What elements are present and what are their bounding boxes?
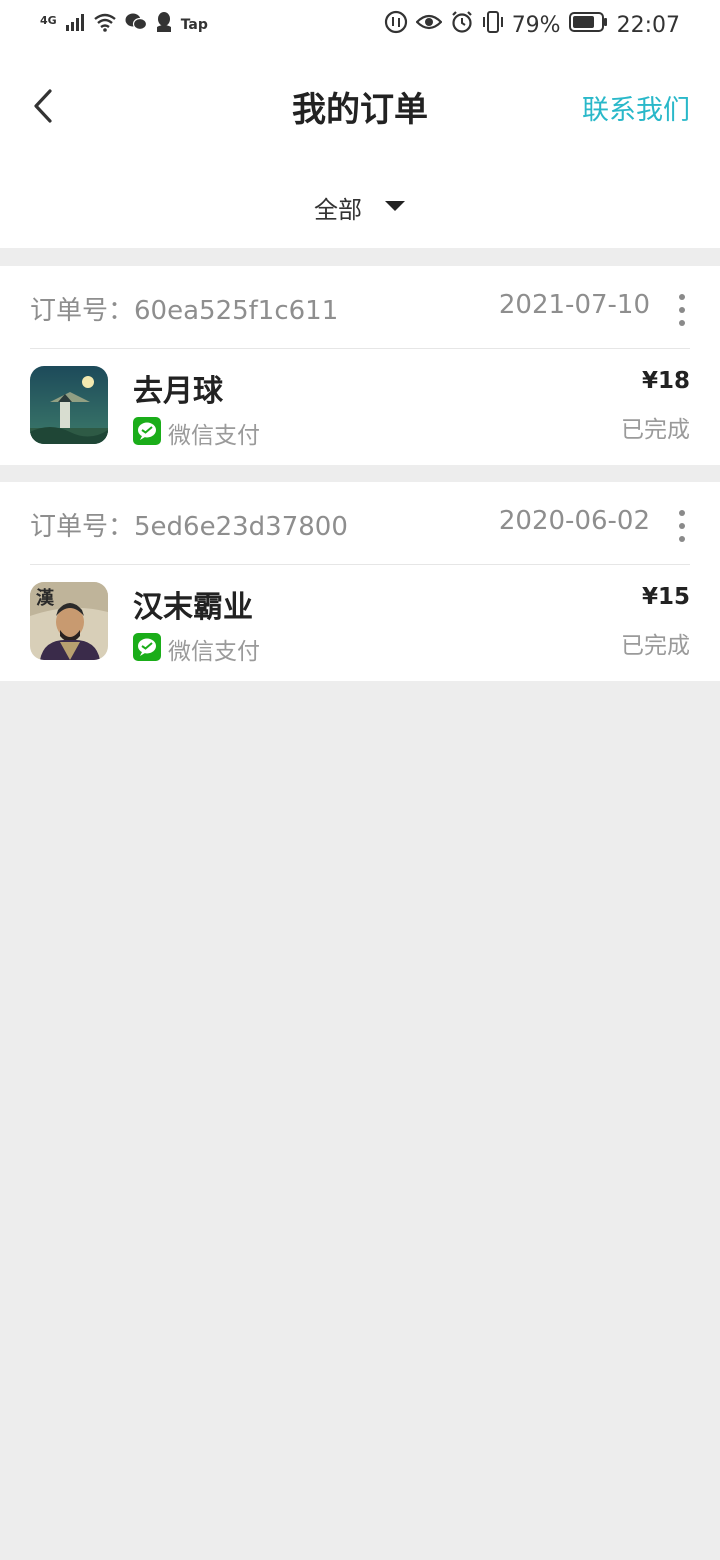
signal-icon [65,12,85,38]
contact-us-button[interactable]: 联系我们 [582,88,690,127]
eye-icon [415,12,443,38]
payment-method: 微信支付 [133,416,260,450]
battery-icon [568,11,609,39]
status-left: 4G Tap [40,12,208,38]
clock: 22:07 [616,12,680,38]
qq-icon [155,11,173,39]
price: ¥15 [641,584,690,610]
game-icon-han-mo-ba-ye[interactable]: 漢 [30,582,108,660]
payment-label: 微信支付 [168,423,260,449]
battery-percent: 79% [511,12,561,38]
status-right: 79% 22:07 [384,10,680,40]
status-badge: 已完成 [621,417,690,443]
alarm-icon [450,10,474,40]
order-number-value: 60ea525f1c611 [134,296,339,326]
order-number-value: 5ed6e23d37800 [134,512,348,542]
order-item[interactable]: 漢 汉末霸业 微信支付 ¥15 已完成 [30,582,690,665]
payment-method: 微信支付 [133,632,260,666]
order-header: 订单号：5ed6e23d37800 2020-06-02 [30,482,690,565]
order-card[interactable]: 订单号：5ed6e23d37800 2020-06-02 漢 汉末霸业 微信支付… [0,482,720,681]
game-icon-to-the-moon[interactable] [30,366,108,444]
order-number-label: 订单号： [30,296,135,326]
filter-dropdown[interactable]: 全部 [0,190,720,225]
wechat-status-icon [125,12,147,38]
data-saver-icon [384,10,408,40]
order-header: 订单号：60ea525f1c611 2021-07-10 [30,266,690,349]
wechat-pay-icon [133,633,161,665]
network-label: 4G [40,13,57,27]
game-name: 去月球 [133,374,223,409]
price: ¥18 [641,368,690,394]
order-number-label: 订单号： [30,512,135,542]
tap-label: Tap [180,17,208,33]
order-item[interactable]: 去月球 微信支付 ¥18 已完成 [30,366,690,449]
more-options-button[interactable] [676,510,688,542]
order-number: 订单号：5ed6e23d37800 [30,506,348,543]
wechat-pay-icon [133,417,161,449]
vibrate-icon [482,10,504,40]
more-options-button[interactable] [676,294,688,326]
filter-label: 全部 [314,196,362,224]
page-header: 我的订单 联系我们 全部 [0,50,720,248]
svg-text:漢: 漢 [36,587,55,609]
game-name: 汉末霸业 [133,590,253,625]
caret-down-icon [384,198,406,217]
order-card[interactable]: 订单号：60ea525f1c611 2021-07-10 去月球 微信支付 ¥1… [0,266,720,465]
order-number: 订单号：60ea525f1c611 [30,290,338,327]
order-date: 2020-06-02 [498,506,650,536]
status-bar: 4G Tap 79% 22:07 [0,0,720,50]
payment-label: 微信支付 [168,639,260,665]
wifi-icon [93,12,117,38]
order-date: 2021-07-10 [498,290,650,320]
status-badge: 已完成 [621,633,690,659]
